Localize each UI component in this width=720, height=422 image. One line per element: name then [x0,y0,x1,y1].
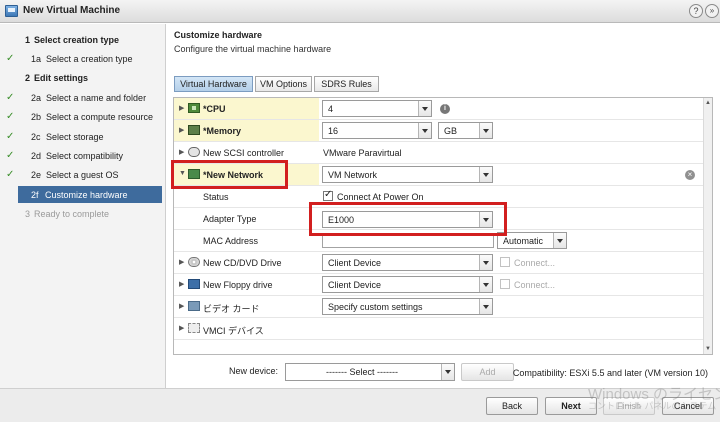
cd-dvd-icon [188,257,200,267]
new-device-select[interactable]: ------- Select ------- [285,363,455,381]
step-2b[interactable]: ✓ 2b Select a compute resource [0,108,166,125]
check-icon: ✓ [6,169,15,180]
chevron-down-icon [479,299,492,314]
vm-app-icon [5,5,18,17]
new-device-label: New device: [229,366,279,376]
title-bar: New Virtual Machine ? » [0,0,720,23]
connect-at-power-on-checkbox[interactable] [323,189,333,201]
check-icon: ✓ [6,53,15,64]
tab-virtual-hardware[interactable]: Virtual Hardware [174,76,253,92]
hw-row-cpu: ▶ *CPU 4 i [174,98,704,120]
expand-arrow-icon[interactable]: ▶ [179,104,184,112]
chevron-down-icon [418,123,431,138]
video-card-select[interactable]: Specify custom settings [322,298,493,315]
video-card-icon [188,301,200,311]
highlight-box-adapter [309,202,507,236]
expand-arrow-icon[interactable]: ▶ [179,148,184,156]
step-2d[interactable]: ✓ 2d Select compatibility [0,147,166,164]
chevron-down-icon [479,277,492,292]
cd-dvd-select[interactable]: Client Device [322,254,493,271]
cpu-icon [188,103,200,113]
step-2a[interactable]: ✓ 2a Select a name and folder [0,89,166,106]
expand-arrow-icon[interactable]: ▶ [179,302,184,310]
chevron-down-icon [553,233,566,248]
expand-arrow-icon[interactable]: ▶ [179,324,184,332]
chevron-down-icon [418,101,431,116]
memory-unit-select[interactable]: GB [438,122,493,139]
page-subtitle: Configure the virtual machine hardware [174,44,332,54]
memory-icon [188,125,200,135]
hw-row-floppy: ▶ New Floppy drive Client Device Connect… [174,274,704,296]
mac-mode-select[interactable]: Automatic [497,232,567,249]
compatibility-text: Compatibility: ESXi 5.5 and later (VM ve… [512,368,708,378]
chevron-down-icon [479,123,492,138]
add-device-button[interactable]: Add [461,363,514,381]
expand-arrow-icon[interactable]: ▶ [179,258,184,266]
network-select[interactable]: VM Network [322,166,493,183]
expand-arrow-icon[interactable]: ▶ [179,126,184,134]
highlight-box-network [171,160,288,189]
step-2f[interactable]: 2f Customize hardware [18,186,162,203]
chevron-down-icon [479,167,492,182]
hw-row-vmci: ▶ VMCI デバイス [174,318,704,340]
step-1a[interactable]: ✓ 1a Select a creation type [0,50,166,67]
wizard-steps: 1 Select creation type ✓ 1a Select a cre… [0,24,166,390]
back-button[interactable]: Back [486,397,538,415]
step-2c[interactable]: ✓ 2c Select storage [0,128,166,145]
tab-sdrs-rules[interactable]: SDRS Rules [314,76,379,92]
step-3: 3 Ready to complete [25,209,110,219]
scroll-up-icon[interactable]: ▲ [705,100,711,106]
help-icon[interactable]: ? [689,4,703,18]
step-2e[interactable]: ✓ 2e Select a guest OS [0,166,166,183]
check-icon: ✓ [6,131,15,142]
memory-select[interactable]: 16 [322,122,432,139]
cpu-select[interactable]: 4 [322,100,432,117]
floppy-icon [188,279,200,289]
scroll-down-icon[interactable]: ▼ [705,346,711,352]
vmci-device-icon [188,323,200,333]
scsi-controller-icon [188,147,200,157]
hw-row-video-card: ▶ ビデオ カード Specify custom settings [174,296,704,318]
check-icon: ✓ [6,150,15,161]
expand-arrow-icon[interactable]: ▶ [179,280,184,288]
chevron-down-icon [441,364,454,380]
info-icon[interactable]: i [440,104,450,114]
expand-icon[interactable]: » [705,4,719,18]
check-icon: ✓ [6,111,15,122]
tab-vm-options[interactable]: VM Options [255,76,312,92]
floppy-connect-checkbox[interactable] [500,279,510,289]
hw-row-cd-dvd: ▶ New CD/DVD Drive Client Device Connect… [174,252,704,274]
check-icon: ✓ [6,92,15,103]
window-title: New Virtual Machine [23,5,121,16]
main-panel: Customize hardware Configure the virtual… [167,24,720,390]
step-2: 2 Edit settings [25,73,89,83]
floppy-select[interactable]: Client Device [322,276,493,293]
hardware-list-scrollbar[interactable]: ▲ ▼ [703,98,712,354]
remove-device-icon[interactable]: × [685,170,695,180]
step-1: 1 Select creation type [25,35,120,45]
cd-connect-checkbox[interactable] [500,257,510,267]
page-title: Customize hardware [174,30,263,40]
hw-row-memory: ▶ *Memory 16 GB [174,120,704,142]
chevron-down-icon [479,255,492,270]
windows-activation-watermark-sub: コントロール パネルのシステム [588,401,717,411]
